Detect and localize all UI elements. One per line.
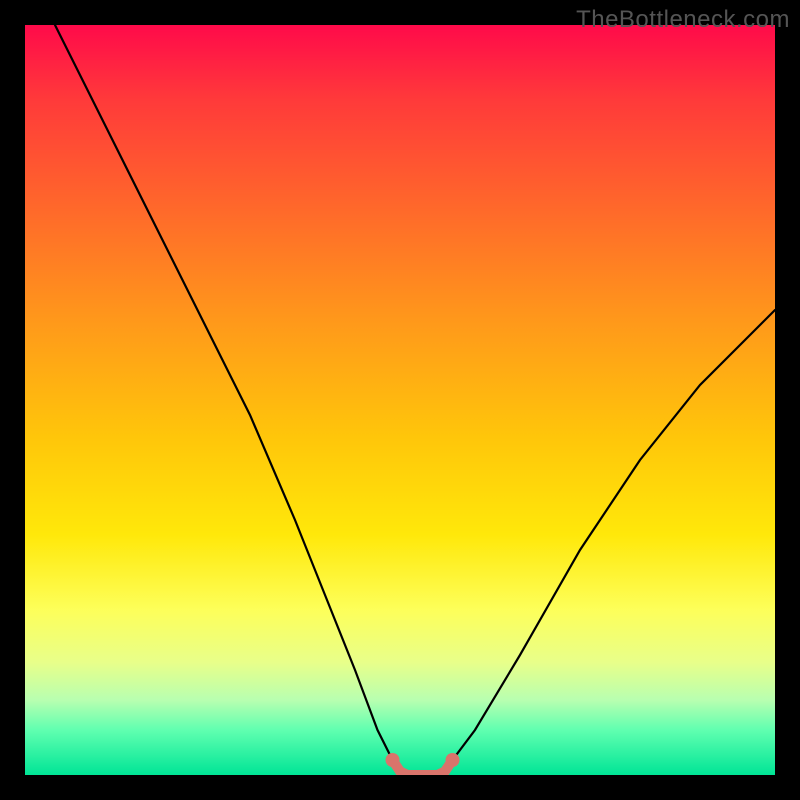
optimal-band-line [393,760,453,775]
watermark-text: TheBottleneck.com [576,6,790,34]
chart-frame: TheBottleneck.com [0,0,800,800]
optimal-marker-left [386,753,400,767]
curve-layer [25,25,775,775]
plot-area [25,25,775,775]
bottleneck-curve [55,25,775,775]
optimal-marker-right [446,753,460,767]
